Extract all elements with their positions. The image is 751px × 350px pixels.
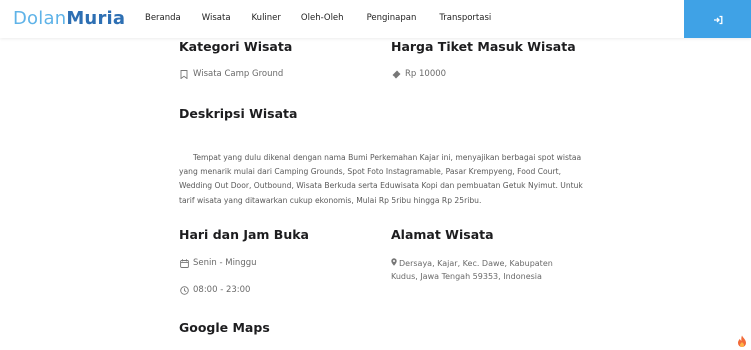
login-icon [713, 10, 723, 29]
navbar: DolanMuria Beranda Wisata Kuliner Oleh-O… [0, 0, 751, 38]
site-logo[interactable]: DolanMuria [13, 8, 125, 29]
flame-icon[interactable] [737, 333, 747, 350]
nav-beranda[interactable]: Beranda [145, 13, 181, 23]
logo-part1: Dolan [13, 8, 67, 29]
main-nav: Beranda Wisata Kuliner Oleh-Oleh Pengina… [145, 13, 513, 23]
alamat-heading: Alamat Wisata [391, 227, 494, 242]
nav-transportasi[interactable]: Transportasi [439, 13, 491, 23]
harga-value: Rp 10000 [391, 69, 446, 79]
deskripsi-text: Tempat yang dulu dikenal dengan nama Bum… [179, 153, 583, 205]
nav-kuliner[interactable]: Kuliner [252, 13, 281, 23]
nav-oleh-oleh[interactable]: Oleh-Oleh [301, 13, 344, 23]
harga-text: Rp 10000 [405, 69, 447, 79]
maps-heading: Google Maps [179, 320, 270, 335]
clock-icon [179, 285, 189, 295]
bookmark-icon [179, 69, 189, 79]
logo-part2: Muria [66, 8, 126, 29]
location-pin-icon [391, 257, 399, 270]
nav-wisata[interactable]: Wisata [202, 13, 231, 23]
jam-heading: Hari dan Jam Buka [179, 227, 309, 242]
ticket-icon [391, 69, 401, 79]
kategori-value: Wisata Camp Ground [179, 69, 283, 79]
jam-hours-text: 08:00 - 23:00 [193, 285, 251, 295]
harga-heading: Harga Tiket Masuk Wisata [391, 39, 576, 54]
jam-days-text: Senin - Minggu [193, 258, 257, 268]
kategori-text: Wisata Camp Ground [193, 69, 284, 79]
alamat-value: Dersaya, Kajar, Kec. Dawe, Kabupaten Kud… [391, 257, 566, 283]
deskripsi-heading: Deskripsi Wisata [179, 106, 298, 121]
calendar-icon [179, 258, 189, 268]
jam-days: Senin - Minggu [179, 258, 257, 268]
kategori-heading: Kategori Wisata [179, 39, 293, 54]
jam-hours: 08:00 - 23:00 [179, 285, 250, 295]
nav-penginapan[interactable]: Penginapan [367, 13, 417, 23]
login-button[interactable] [684, 0, 751, 38]
alamat-text: Dersaya, Kajar, Kec. Dawe, Kabupaten Kud… [391, 259, 553, 281]
